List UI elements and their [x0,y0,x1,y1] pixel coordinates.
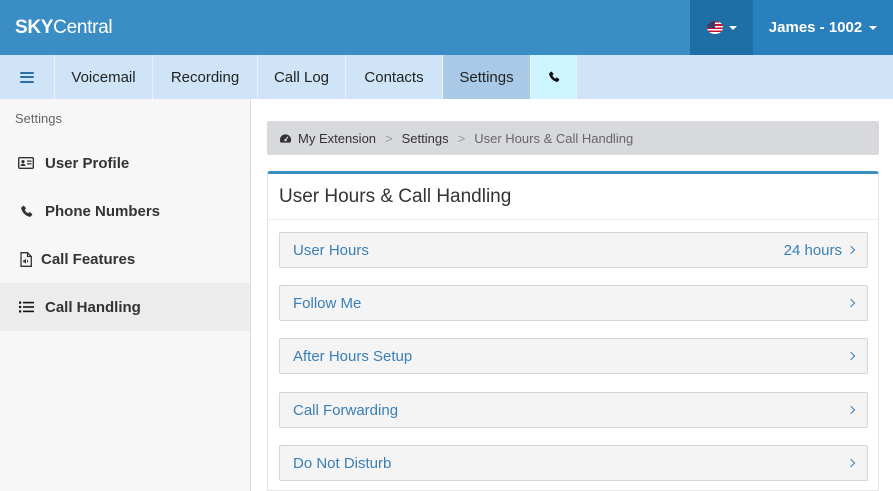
id-card-icon [18,155,34,171]
sidebar-item-label: Phone Numbers [45,202,161,220]
row-label: Call Forwarding [293,401,399,419]
row-label: User Hours [293,241,369,259]
user-menu-label: James - 1002 [768,19,863,36]
dashboard-icon [279,133,292,144]
chevron-right-icon [846,351,856,361]
call-forwarding-row[interactable]: Call Forwarding [279,392,868,428]
row-label: Follow Me [293,294,362,312]
row-label: Do Not Disturb [293,454,392,472]
user-hours-row[interactable]: User Hours 24 hours [279,232,868,268]
brand-logo[interactable]: SKYCentral [15,17,113,39]
divider [268,219,878,220]
chevron-right-icon [846,405,856,415]
breadcrumb-settings[interactable]: Settings [402,131,449,146]
list-icon [18,299,34,315]
main-nav: Voicemail Recording Call Log Contacts Se… [0,55,893,99]
phone-icon [548,71,559,82]
after-hours-setup-row[interactable]: After Hours Setup [279,338,868,374]
language-dropdown[interactable] [690,0,753,55]
follow-me-row[interactable]: Follow Me [279,285,868,321]
top-header: SKYCentral James - 1002 [0,0,893,55]
chevron-right-icon [846,298,856,308]
breadcrumb-my-extension[interactable]: My Extension [298,131,376,146]
sidebar-heading: Settings [15,111,62,126]
chevron-right-icon [846,245,856,255]
phone-icon [18,203,34,219]
user-menu-dropdown[interactable]: James - 1002 [753,0,893,55]
sidebar-item-user-profile[interactable]: User Profile [0,139,250,187]
hamburger-icon [20,71,34,83]
tab-recording[interactable]: Recording [153,55,258,99]
chevron-right-icon [846,458,856,468]
do-not-disturb-row[interactable]: Do Not Disturb [279,445,868,481]
tab-call-log[interactable]: Call Log [258,55,346,99]
tab-voicemail[interactable]: Voicemail [55,55,153,99]
breadcrumb-separator: > [457,130,466,146]
breadcrumb-separator: > [385,130,393,146]
breadcrumb: My Extension > Settings > User Hours & C… [267,121,879,155]
user-hours-value: 24 hours [783,241,842,259]
phone-button[interactable] [531,55,577,99]
settings-sidebar: Settings User Profile Phone Numbers Call… [0,99,251,491]
tab-settings[interactable]: Settings [443,55,531,99]
caret-down-icon [869,25,878,30]
page-title: User Hours & Call Handling [279,186,512,207]
sidebar-item-call-features[interactable]: Call Features [0,235,250,283]
breadcrumb-current: User Hours & Call Handling [474,130,634,146]
sidebar-item-label: Call Handling [45,298,141,316]
row-label: After Hours Setup [293,347,413,365]
sidebar-item-phone-numbers[interactable]: Phone Numbers [0,187,250,235]
file-audio-icon [18,251,34,267]
caret-down-icon [728,25,737,30]
call-handling-panel: User Hours & Call Handling User Hours 24… [267,171,879,491]
sidebar-item-call-handling[interactable]: Call Handling [0,283,250,331]
tab-contacts[interactable]: Contacts [346,55,443,99]
menu-toggle-button[interactable] [0,55,55,99]
us-flag-icon [706,21,723,34]
sidebar-item-label: Call Features [41,250,136,268]
sidebar-item-label: User Profile [45,154,130,172]
